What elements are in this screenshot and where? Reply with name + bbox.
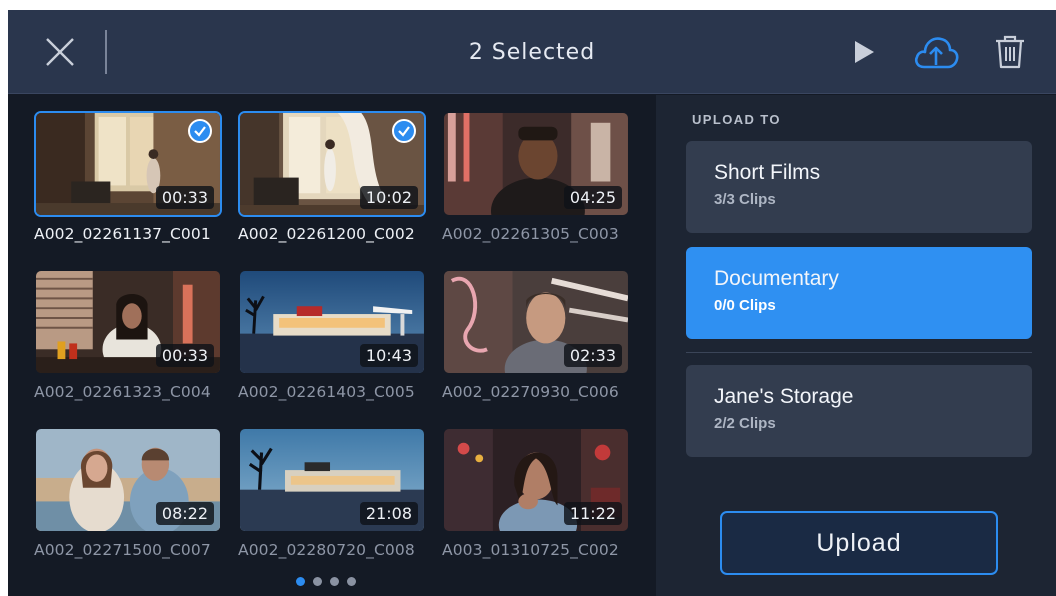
destination-short-films[interactable]: Short Films 3/3 Clips [686,141,1032,233]
clip-name: A002_02261137_C001 [34,225,211,243]
clip-duration: 00:33 [155,186,214,209]
clip-card[interactable]: 04:25 A002_02261305_C003 [442,111,632,243]
selection-count-title: 2 Selected [468,39,596,65]
clip-duration: 21:08 [359,502,418,525]
destination-clip-count: 2/2 Clips [714,415,776,432]
clip-duration: 04:25 [563,186,622,209]
clip-thumbnail[interactable]: 04:25 [442,111,630,217]
clip-card[interactable]: 08:22 A002_02271500_C007 [34,427,224,559]
destination-name: Short Films [714,161,821,184]
clip-card[interactable]: 00:33 A002_02261323_C004 [34,269,224,401]
clip-duration: 10:43 [359,344,418,367]
clip-card[interactable]: 02:33 A002_02270930_C006 [442,269,632,401]
clip-name: A002_02280720_C008 [238,541,415,559]
clip-name: A002_02271500_C007 [34,541,211,559]
clip-name: A003_01310725_C002 [442,541,619,559]
close-icon [46,38,74,66]
trash-icon [996,35,1024,69]
clip-duration: 10:02 [359,186,418,209]
clip-thumbnail[interactable]: 10:02 [238,111,426,217]
delete-button[interactable] [988,30,1032,74]
clip-duration: 02:33 [563,344,622,367]
page-dot[interactable] [296,577,305,586]
destination-documentary[interactable]: Documentary 0/0 Clips [686,247,1032,339]
play-button[interactable] [844,32,884,72]
page-dot[interactable] [313,577,322,586]
camera-media-screen: 2 Selected 00:33 A002_02261137_C001 10:0… [8,10,1056,596]
play-icon [855,41,874,63]
clip-name: A002_02261403_C005 [238,383,415,401]
clip-card[interactable]: 00:33 A002_02261137_C001 [34,111,224,243]
selected-check-icon [188,119,212,143]
page-dot[interactable] [330,577,339,586]
clip-name: A002_02261323_C004 [34,383,211,401]
clip-thumbnail[interactable]: 21:08 [238,427,426,533]
clip-name: A002_02261200_C002 [238,225,415,243]
clip-thumbnail[interactable]: 00:33 [34,111,222,217]
clip-grid: 00:33 A002_02261137_C001 10:02 A002_0226… [8,95,656,596]
cloud-upload-button[interactable] [910,28,962,76]
upload-destination-panel: UPLOAD TO Short Films 3/3 Clips Document… [656,95,1056,596]
cloud-upload-icon [914,37,959,69]
clip-thumbnail[interactable]: 08:22 [34,427,222,533]
close-button[interactable] [40,32,80,72]
clip-name: A002_02270930_C006 [442,383,619,401]
clip-card[interactable]: 10:43 A002_02261403_C005 [238,269,428,401]
clip-card[interactable]: 11:22 A003_01310725_C002 [442,427,632,559]
clip-thumbnail[interactable]: 00:33 [34,269,222,375]
clip-thumbnail[interactable]: 10:43 [238,269,426,375]
page-dot[interactable] [347,577,356,586]
clip-thumbnail[interactable]: 02:33 [442,269,630,375]
header-divider [105,30,107,74]
top-bar: 2 Selected [8,10,1056,94]
selected-check-icon [392,119,416,143]
destination-name: Documentary [714,267,839,290]
clip-duration: 08:22 [155,502,214,525]
upload-to-label: UPLOAD TO [692,112,781,127]
destination-name: Jane's Storage [714,385,854,408]
clip-name: A002_02261305_C003 [442,225,619,243]
clip-card[interactable]: 21:08 A002_02280720_C008 [238,427,428,559]
destination-clip-count: 0/0 Clips [714,297,776,314]
destination-divider [686,352,1032,353]
upload-button[interactable]: Upload [720,511,998,575]
page-indicator [296,577,356,586]
clip-duration: 11:22 [563,502,622,525]
destination-clip-count: 3/3 Clips [714,191,776,208]
destination-janes-storage[interactable]: Jane's Storage 2/2 Clips [686,365,1032,457]
clip-duration: 00:33 [155,344,214,367]
clip-thumbnail[interactable]: 11:22 [442,427,630,533]
clip-card[interactable]: 10:02 A002_02261200_C002 [238,111,428,243]
